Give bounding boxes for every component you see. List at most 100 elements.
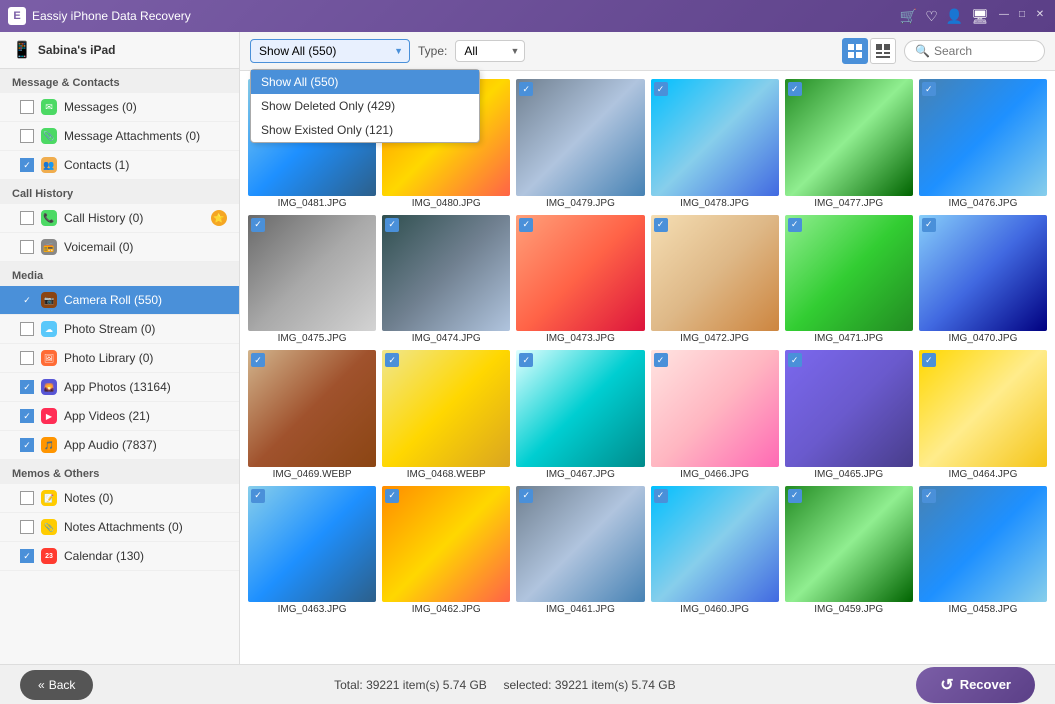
notes-attachments-label: Notes Attachments (0)	[64, 520, 227, 534]
heart-icon[interactable]: ♡	[925, 8, 938, 25]
sidebar-item-calendar[interactable]: 23 Calendar (130)	[0, 542, 239, 571]
photo-thumb: ✓	[785, 350, 913, 467]
sidebar-item-photo-library[interactable]: 🖼 Photo Library (0)	[0, 344, 239, 373]
photo-cell[interactable]: ✓ IMG_0473.JPG	[516, 215, 644, 345]
photo-cell[interactable]: ✓ IMG_0464.JPG	[919, 350, 1047, 480]
check-message-attachments[interactable]	[20, 129, 34, 143]
check-app-audio[interactable]	[20, 438, 34, 452]
app-videos-icon: ▶	[40, 407, 58, 425]
show-dropdown-container: Show All (550) ▼ Show All (550) Show Del…	[250, 39, 410, 63]
photo-cell[interactable]: ✓ IMG_0470.JPG	[919, 215, 1047, 345]
check-notes-attachments[interactable]	[20, 520, 34, 534]
call-history-badge: ⭐	[211, 210, 227, 226]
app-audio-label: App Audio (7837)	[64, 438, 227, 452]
person-icon[interactable]: 👤	[946, 8, 963, 25]
check-call-history[interactable]	[20, 211, 34, 225]
photo-check: ✓	[654, 489, 668, 503]
grid-view-button[interactable]	[842, 38, 868, 64]
photo-cell[interactable]: ✓ IMG_0458.JPG	[919, 486, 1047, 616]
photo-cell[interactable]: ✓ IMG_0460.JPG	[651, 486, 779, 616]
photo-thumb: ✓	[516, 350, 644, 467]
notes-label: Notes (0)	[64, 491, 227, 505]
recover-button[interactable]: ↺ Recover	[916, 667, 1035, 703]
photo-check: ✓	[922, 353, 936, 367]
photo-cell[interactable]: ✓ IMG_0471.JPG	[785, 215, 913, 345]
sidebar-item-app-audio[interactable]: 🎵 App Audio (7837)	[0, 431, 239, 460]
sidebar-item-notes[interactable]: 📝 Notes (0)	[0, 484, 239, 513]
total-text: Total: 39221 item(s) 5.74 GB	[334, 678, 487, 692]
list-view-button[interactable]	[870, 38, 896, 64]
search-input[interactable]	[934, 44, 1034, 58]
check-app-photos[interactable]	[20, 380, 34, 394]
photo-cell[interactable]: ✓ IMG_0476.JPG	[919, 79, 1047, 209]
monitor-icon[interactable]: 🖥	[971, 8, 989, 25]
sidebar-item-photo-stream[interactable]: ☁ Photo Stream (0)	[0, 315, 239, 344]
photo-cell[interactable]: ✓ IMG_0468.WEBP	[382, 350, 510, 480]
show-dropdown[interactable]: Show All (550) ▼	[250, 39, 410, 63]
minimize-button[interactable]: —	[997, 8, 1011, 22]
photo-cell[interactable]: ✓ IMG_0459.JPG	[785, 486, 913, 616]
photo-check: ✓	[788, 82, 802, 96]
dropdown-option-deleted[interactable]: Show Deleted Only (429)	[251, 94, 479, 118]
photo-label: IMG_0474.JPG	[382, 333, 510, 344]
sidebar-item-contacts[interactable]: 👥 Contacts (1)	[0, 151, 239, 180]
back-button[interactable]: « Back	[20, 670, 93, 700]
sidebar-item-voicemail[interactable]: 📻 Voicemail (0)	[0, 233, 239, 262]
photo-cell[interactable]: ✓ IMG_0463.JPG	[248, 486, 376, 616]
message-attachments-label: Message Attachments (0)	[64, 129, 227, 143]
check-app-videos[interactable]	[20, 409, 34, 423]
sidebar-item-call-history[interactable]: 📞 Call History (0) ⭐	[0, 204, 239, 233]
photo-cell[interactable]: ✓ IMG_0467.JPG	[516, 350, 644, 480]
notes-icon: 📝	[40, 489, 58, 507]
photo-cell[interactable]: ✓ IMG_0462.JPG	[382, 486, 510, 616]
dropdown-option-show-all[interactable]: Show All (550)	[251, 70, 479, 94]
sidebar-item-notes-attachments[interactable]: 📎 Notes Attachments (0)	[0, 513, 239, 542]
maximize-button[interactable]: □	[1015, 8, 1029, 22]
photo-label: IMG_0481.JPG	[248, 198, 376, 209]
photo-label: IMG_0466.JPG	[651, 469, 779, 480]
messages-label: Messages (0)	[64, 100, 227, 114]
photo-cell[interactable]: ✓ IMG_0466.JPG	[651, 350, 779, 480]
photo-cell[interactable]: ✓ IMG_0479.JPG	[516, 79, 644, 209]
sidebar-item-camera-roll[interactable]: 📷 Camera Roll (550)	[0, 286, 239, 315]
photo-thumb: ✓	[919, 350, 1047, 467]
photo-label: IMG_0472.JPG	[651, 333, 779, 344]
sidebar-item-message-attachments[interactable]: 📎 Message Attachments (0)	[0, 122, 239, 151]
photo-cell[interactable]: ✓ IMG_0474.JPG	[382, 215, 510, 345]
sidebar-item-messages[interactable]: ✉ Messages (0)	[0, 93, 239, 122]
photo-cell[interactable]: ✓ IMG_0465.JPG	[785, 350, 913, 480]
photo-cell[interactable]: ✓ IMG_0472.JPG	[651, 215, 779, 345]
photo-cell[interactable]: ✓ IMG_0469.WEBP	[248, 350, 376, 480]
sidebar-item-app-photos[interactable]: 🌄 App Photos (13164)	[0, 373, 239, 402]
search-box: 🔍	[904, 40, 1045, 62]
device-name: Sabina's iPad	[38, 43, 116, 57]
show-dropdown-list: Show All (550) Show Deleted Only (429) S…	[250, 69, 480, 143]
photo-library-label: Photo Library (0)	[64, 351, 227, 365]
photo-label: IMG_0465.JPG	[785, 469, 913, 480]
check-contacts[interactable]	[20, 158, 34, 172]
section-messages-contacts: Message & Contacts	[0, 69, 239, 93]
photo-label: IMG_0463.JPG	[248, 604, 376, 615]
photo-label: IMG_0478.JPG	[651, 198, 779, 209]
photo-label: IMG_0480.JPG	[382, 198, 510, 209]
check-notes[interactable]	[20, 491, 34, 505]
close-button[interactable]: ✕	[1033, 8, 1047, 22]
check-photo-stream[interactable]	[20, 322, 34, 336]
check-photo-library[interactable]	[20, 351, 34, 365]
type-dropdown[interactable]: All JPG PNG WEBP	[455, 40, 525, 62]
dropdown-option-existed[interactable]: Show Existed Only (121)	[251, 118, 479, 142]
selected-text: selected: 39221 item(s) 5.74 GB	[503, 678, 675, 692]
sidebar-item-app-videos[interactable]: ▶ App Videos (21)	[0, 402, 239, 431]
photo-cell[interactable]: ✓ IMG_0475.JPG	[248, 215, 376, 345]
calendar-icon: 23	[40, 547, 58, 565]
photo-cell[interactable]: ✓ IMG_0461.JPG	[516, 486, 644, 616]
photo-cell[interactable]: ✓ IMG_0478.JPG	[651, 79, 779, 209]
check-camera-roll[interactable]	[20, 293, 34, 307]
device-icon: 📱	[12, 40, 32, 60]
photo-check: ✓	[251, 353, 265, 367]
check-voicemail[interactable]	[20, 240, 34, 254]
photo-cell[interactable]: ✓ IMG_0477.JPG	[785, 79, 913, 209]
check-messages[interactable]	[20, 100, 34, 114]
cart-icon[interactable]: 🛒	[900, 8, 917, 25]
check-calendar[interactable]	[20, 549, 34, 563]
